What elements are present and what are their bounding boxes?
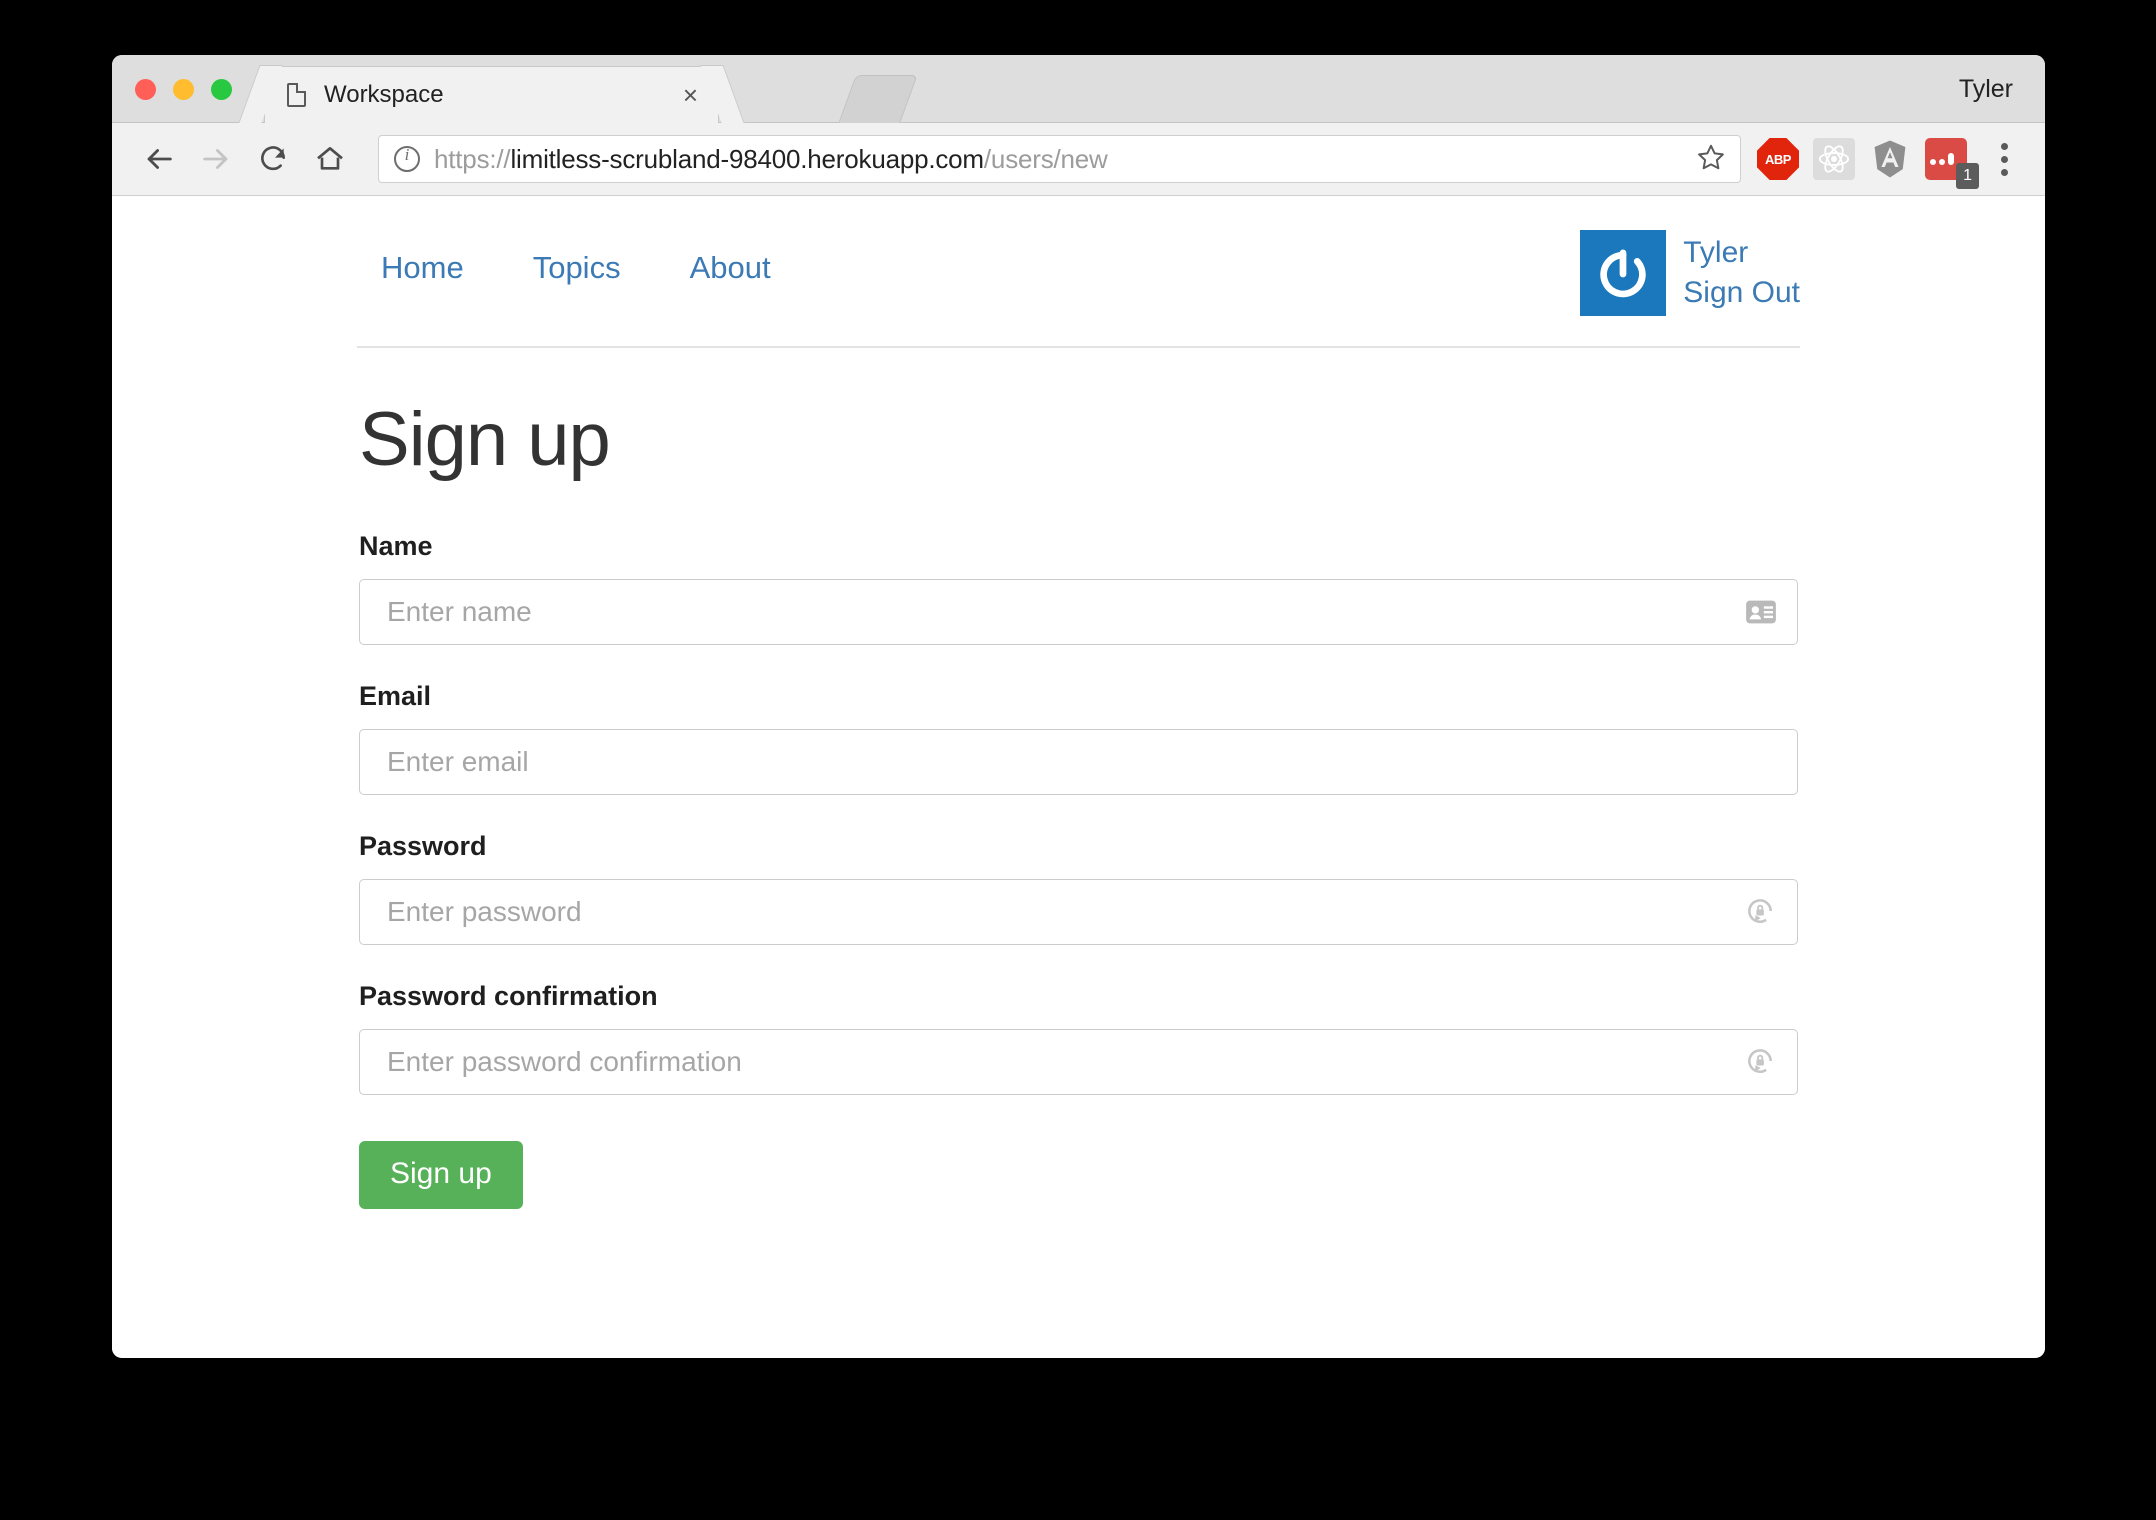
input-wrap-password (359, 879, 1798, 945)
password-input[interactable] (359, 879, 1798, 945)
pocket-dots-icon (1930, 153, 1954, 165)
site-info-icon[interactable] (394, 145, 420, 172)
extension-icons: ABP 1 (1757, 138, 2021, 189)
page-container: Home Topics About Tyler Sign Out Sign up… (357, 196, 1800, 1209)
field-name: Name (359, 531, 1798, 645)
profile-name[interactable]: Tyler (1959, 75, 2013, 104)
window-traffic-lights (135, 79, 232, 100)
forward-arrow-icon (193, 136, 239, 182)
pocket-icon[interactable]: 1 (1925, 138, 1979, 189)
avatar[interactable] (1580, 230, 1667, 316)
input-wrap-password-confirmation (359, 1029, 1798, 1095)
field-email: Email (359, 681, 1798, 795)
browser-window: Workspace × Tyler i https://limitless-sc… (112, 55, 2045, 1358)
address-bar[interactable]: https://limitless-scrubland-98400.heroku… (378, 135, 1741, 183)
account-user-link[interactable]: Tyler (1683, 234, 1800, 272)
page-title: Sign up (359, 397, 611, 482)
input-wrap-name (359, 579, 1798, 645)
sign-out-link[interactable]: Sign Out (1683, 274, 1800, 312)
email-input[interactable] (359, 729, 1798, 795)
url-scheme: https:// (434, 143, 511, 174)
maximize-window-button[interactable] (211, 79, 232, 100)
field-label-email: Email (359, 681, 432, 711)
nav-link-topics[interactable]: Topics (533, 250, 621, 286)
close-window-button[interactable] (135, 79, 156, 100)
browser-tab-inactive[interactable] (838, 75, 918, 123)
field-password: Password (359, 831, 1798, 945)
account-links: Tyler Sign Out (1683, 230, 1800, 313)
field-password-confirmation: Password confirmation (359, 981, 1798, 1095)
browser-toolbar: https://limitless-scrubland-98400.heroku… (112, 123, 2045, 196)
browser-tab-active[interactable]: Workspace × (264, 66, 719, 123)
tab-strip: Workspace × Tyler (112, 55, 2045, 123)
adblock-plus-icon[interactable]: ABP (1757, 138, 1799, 180)
input-wrap-email (359, 729, 1798, 795)
star-icon[interactable] (1696, 142, 1726, 177)
document-icon (287, 83, 306, 107)
angular-icon[interactable] (1869, 138, 1911, 180)
page-viewport: Home Topics About Tyler Sign Out Sign up… (112, 196, 2045, 1357)
minimize-window-button[interactable] (173, 79, 194, 100)
url-path: /users/new (983, 143, 1108, 174)
url-text: https://limitless-scrubland-98400.heroku… (434, 144, 1686, 175)
reload-icon[interactable] (250, 136, 296, 182)
name-input[interactable] (359, 579, 1798, 645)
abp-label: ABP (1765, 151, 1791, 167)
url-host: limitless-scrubland-98400.herokuapp.com (510, 143, 984, 174)
status-badge: 1 (1956, 163, 1979, 189)
nav-link-about[interactable]: About (690, 250, 771, 286)
site-header: Home Topics About Tyler Sign Out (357, 230, 1800, 348)
nav-link-home[interactable]: Home (381, 250, 464, 286)
close-icon[interactable]: × (677, 80, 704, 110)
home-icon[interactable] (307, 136, 353, 182)
signup-form: Name Enter name Email Enter email Passwo… (357, 531, 1800, 1209)
tab-title: Workspace (324, 81, 444, 108)
field-label-password-confirmation: Password confirmation (359, 981, 658, 1011)
back-arrow-icon[interactable] (136, 136, 182, 182)
field-label-name: Name (359, 531, 433, 561)
three-dot-menu-icon[interactable] (1987, 142, 2021, 176)
react-devtools-icon[interactable] (1813, 138, 1855, 180)
main-navigation: Home Topics About (357, 230, 771, 286)
field-label-password: Password (359, 831, 487, 861)
sign-up-button[interactable]: Sign up (359, 1141, 523, 1209)
account-area: Tyler Sign Out (1580, 230, 1800, 316)
password-confirmation-input[interactable] (359, 1029, 1798, 1095)
